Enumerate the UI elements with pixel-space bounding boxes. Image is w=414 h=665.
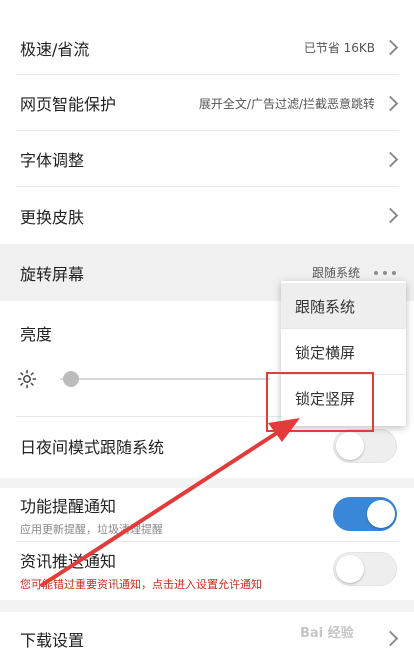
chevron-right-icon (382, 207, 399, 224)
menu-item-follow-system[interactable]: 跟随系统 (281, 283, 406, 329)
speed-mode-label: 极速/省流 (20, 39, 90, 59)
highlight-box (266, 372, 374, 432)
rotate-screen-value: 跟随系统 (311, 266, 360, 280)
change-skin-label: 更换皮肤 (20, 207, 85, 227)
chevron-right-icon (382, 151, 399, 167)
chevron-right-icon (382, 39, 399, 56)
change-skin-row[interactable]: 更换皮肤 (0, 187, 414, 244)
speed-mode-value: 已节省 16KB (303, 41, 375, 55)
speed-mode-row[interactable]: 极速/省流 已节省 16KB (0, 20, 414, 75)
day-night-label: 日夜间模式跟随系统 (20, 438, 165, 457)
feature-notice-label: 功能提醒通知 (20, 497, 117, 516)
news-push-label: 资讯推送通知 (20, 552, 117, 571)
smart-protect-label: 网页智能保护 (20, 95, 117, 114)
font-adjust-label: 字体调整 (20, 151, 85, 170)
brightness-slider-track[interactable] (60, 378, 270, 380)
watermark: Bai 经验 (300, 626, 354, 641)
sun-icon (17, 369, 37, 389)
smart-protect-row[interactable]: 网页智能保护 展开全文/广告过滤/拦截恶意跳转 (0, 75, 414, 131)
rotate-screen-label: 旋转屏幕 (20, 264, 85, 284)
day-night-toggle[interactable] (333, 429, 397, 463)
more-icon[interactable] (374, 270, 396, 275)
feature-notice-toggle[interactable] (333, 497, 397, 531)
font-adjust-row[interactable]: 字体调整 (0, 131, 414, 187)
section-gap (0, 478, 414, 488)
toggle-knob (336, 432, 364, 460)
section-gap (0, 600, 414, 612)
smart-protect-value: 展开全文/广告过滤/拦截恶意跳转 (198, 96, 375, 111)
feature-notice-sublabel: 应用更新提醒，垃圾清理提醒 (20, 523, 163, 536)
menu-item-lock-landscape[interactable]: 锁定横屏 (281, 329, 406, 375)
toggle-knob (367, 500, 395, 528)
news-push-toggle[interactable] (333, 552, 397, 586)
brightness-slider-thumb[interactable] (62, 371, 79, 387)
chevron-right-icon (382, 95, 399, 111)
news-push-warning[interactable]: 您可能错过重要资讯通知，点击进入设置允许通知 (20, 576, 262, 592)
download-settings-label: 下载设置 (20, 630, 85, 650)
brightness-label: 亮度 (20, 325, 53, 344)
toggle-knob (336, 555, 364, 583)
chevron-right-icon (382, 630, 399, 647)
